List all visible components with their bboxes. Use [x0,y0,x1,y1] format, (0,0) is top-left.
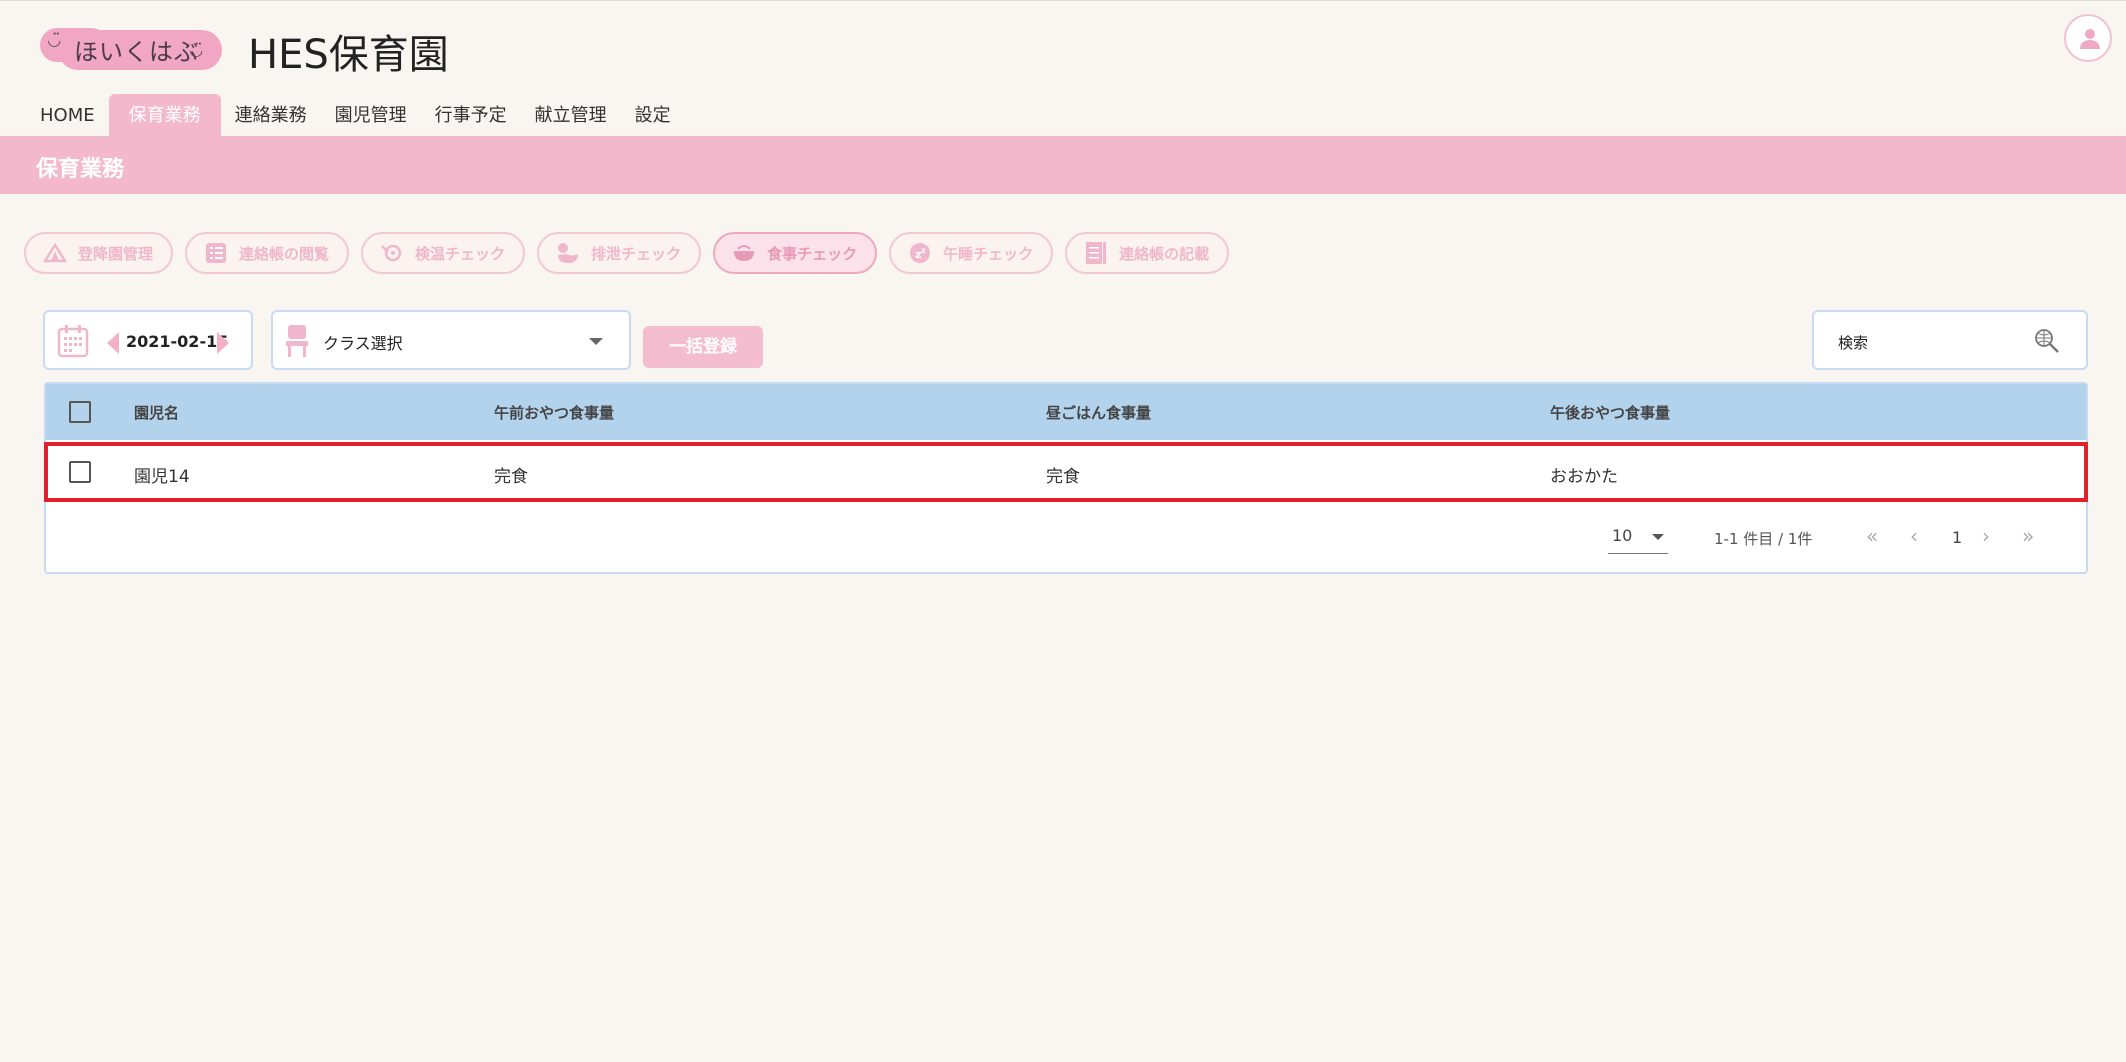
view-notebook-button[interactable]: 連絡帳の閲覧 [185,232,350,274]
logo[interactable]: ◡̈ ほいくはぶ ◡̈ [40,24,222,70]
current-page: 1 [1952,528,1963,547]
temperature-check-button[interactable]: 検温チェック [361,232,526,274]
chair-icon [286,325,308,357]
tab-home[interactable]: HOME [26,94,109,136]
view-notebook-label: 連絡帳の閲覧 [239,244,330,263]
sleep-icon: zz [907,240,933,266]
column-header-am-snack: 午前おやつ食事量 [494,404,615,422]
site-title: HES保育園 [248,32,449,78]
bowl-icon [731,240,757,266]
tab-contact[interactable]: 連絡業務 [221,94,321,136]
first-page-icon[interactable]: « [1866,524,1878,548]
row-checkbox[interactable] [69,461,91,483]
duck-icon [555,240,581,266]
search-placeholder: 検索 [1838,334,1869,352]
date-value: 2021-02-15 [126,332,229,351]
meal-table: 園児名 午前おやつ食事量 昼ごはん食事量 午後おやつ食事量 園児14 完食 完食… [44,382,2088,574]
pm-snack-amount[interactable]: おおかた [1550,462,1618,487]
nap-check-button[interactable]: zz 午睡チェック [889,232,1054,274]
tab-children[interactable]: 園児管理 [321,94,421,136]
section-title: 保育業務 [36,157,125,182]
column-header-lunch: 昼ごはん食事量 [1046,404,1152,422]
next-page-icon[interactable]: › [1982,524,1990,548]
meal-check-button[interactable]: 食事チェック [713,232,878,274]
lunch-amount[interactable]: 完食 [1046,462,1080,487]
notebook-icon [1083,240,1109,266]
meal-check-label: 食事チェック [767,244,858,263]
pagination: 10 1-1 件目 / 1件 « ‹ 1 › » [46,502,2086,574]
rows-per-page-select[interactable]: 10 [1608,522,1668,554]
main-nav: HOME 保育業務 連絡業務 園児管理 行事予定 献立管理 設定 [26,94,685,136]
logo-face-icon: ◡̈ [48,30,61,49]
page-range: 1-1 件目 / 1件 [1714,530,1813,548]
attendance-button[interactable]: 登降園管理 [24,232,174,274]
tab-settings[interactable]: 設定 [621,94,685,136]
prev-page-icon[interactable]: ‹ [1910,524,1918,548]
chevron-down-icon [1652,534,1664,540]
attendance-label: 登降園管理 [78,244,154,263]
nap-check-label: 午睡チェック [943,244,1034,263]
last-page-icon[interactable]: » [2022,524,2034,548]
function-buttons: 登降園管理 連絡帳の閲覧 検温チェック 排泄チェック 食事チェック zz 午睡チ… [24,232,1230,274]
write-notebook-button[interactable]: 連絡帳の記載 [1065,232,1230,274]
toilet-check-label: 排泄チェック [591,244,682,263]
child-name: 園児14 [134,467,190,487]
tab-menu[interactable]: 献立管理 [521,94,621,136]
toilet-check-button[interactable]: 排泄チェック [537,232,702,274]
svg-text:z: z [921,246,926,255]
temperature-check-label: 検温チェック [415,244,506,263]
search-icon[interactable] [2034,328,2060,354]
thermometer-icon [379,240,405,266]
logo-text: ほいくはぶ [74,38,199,66]
top-border [0,0,2126,1]
table-header: 園児名 午前おやつ食事量 昼ごはん食事量 午後おやつ食事量 [46,384,2086,440]
search-input[interactable]: 検索 [1812,310,2088,370]
section-header: 保育業務 [0,136,2126,194]
write-notebook-label: 連絡帳の記載 [1119,244,1210,263]
next-date-button[interactable] [217,332,229,354]
select-all-checkbox[interactable] [69,401,91,423]
list-icon [203,240,229,266]
rows-per-page-value: 10 [1612,526,1633,545]
user-avatar-button[interactable] [2064,14,2112,62]
user-icon [2080,29,2100,49]
class-select-value: クラス選択 [323,334,403,353]
column-header-pm-snack: 午後おやつ食事量 [1550,404,1671,422]
am-snack-amount[interactable]: 完食 [494,462,528,487]
date-picker[interactable]: 2021-02-15 [43,310,253,370]
prev-date-button[interactable] [107,332,119,354]
logo-face-icon: ◡̈ [190,40,203,59]
tab-events[interactable]: 行事予定 [421,94,521,136]
chevron-down-icon [589,338,603,345]
tab-childcare[interactable]: 保育業務 [108,94,221,136]
bulk-register-button[interactable]: 一括登録 [643,326,763,368]
table-row[interactable]: 園児14 完食 完食 おおかた [44,442,2088,502]
column-header-name: 園児名 [134,404,180,422]
class-select[interactable]: クラス選択 [271,310,631,370]
calendar-icon[interactable] [57,324,89,358]
tent-icon [42,240,68,266]
